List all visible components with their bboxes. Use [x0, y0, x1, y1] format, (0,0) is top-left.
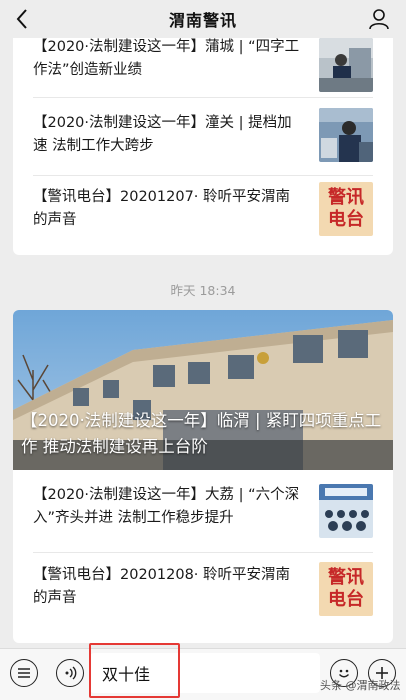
article-thumbnail [319, 108, 373, 162]
article-card-1: 【2020·法制建设这一年】蒲城 | “四字工作法”创造新业绩 【2020·法制… [13, 30, 393, 255]
article-item[interactable]: 【2020·法制建设这一年】大荔 | “六个深入”齐头并进 法制工作稳步提升 [13, 472, 393, 546]
person-icon [369, 9, 389, 30]
article-title: 【2020·法制建设这一年】潼关 | 提档加速 法制工作大跨步 [33, 115, 292, 154]
highlight-box [89, 643, 180, 698]
article-title: 【警讯电台】20201208· 聆听平安渭南的声音 [33, 567, 291, 606]
badge-line: 电台 [328, 589, 364, 610]
menu-list-icon [18, 668, 30, 678]
article-item[interactable]: 【2020·法制建设这一年】潼关 | 提档加速 法制工作大跨步 [13, 100, 393, 172]
badge-line: 电台 [328, 209, 364, 230]
chat-title: 渭南警讯 [168, 11, 237, 30]
article-thumbnail [319, 484, 373, 538]
article-thumbnail [319, 38, 373, 92]
radio-badge-thumbnail: 警讯 电台 [319, 182, 373, 236]
article-title: 【2020·法制建设这一年】大荔 | “六个深入”齐头并进 法制工作稳步提升 [33, 487, 300, 526]
top-bar: 渭南警讯 [0, 0, 406, 38]
article-title: 【警讯电台】20201207· 聆听平安渭南的声音 [33, 189, 291, 228]
voice-button[interactable] [56, 659, 84, 687]
divider [33, 552, 373, 553]
article-item[interactable]: 【警讯电台】20201207· 聆听平安渭南的声音 警讯 电台 [13, 178, 393, 252]
profile-button[interactable] [366, 6, 392, 32]
voice-icon [65, 666, 77, 680]
divider [33, 175, 373, 176]
article-title: 【2020·法制建设这一年】蒲城 | “四字工作法”创造新业绩 [33, 39, 300, 78]
chevron-left-icon [16, 9, 27, 29]
badge-line: 警讯 [328, 567, 364, 588]
radio-badge-thumbnail: 警讯 电台 [319, 562, 373, 616]
article-item[interactable]: 【警讯电台】20201208· 聆听平安渭南的声音 警讯 电台 [13, 556, 393, 638]
message-timestamp: 昨天 18:34 [170, 283, 236, 298]
article-item[interactable]: 【2020·法制建设这一年】蒲城 | “四字工作法”创造新业绩 [13, 30, 393, 94]
hero-article[interactable]: 【2020·法制建设这一年】临渭 | 紧盯四项重点工作 推动法制建设再上台阶 [13, 310, 393, 470]
article-card-2: 【2020·法制建设这一年】临渭 | 紧盯四项重点工作 推动法制建设再上台阶 【… [13, 310, 393, 643]
watermark: 头条 @渭南政法 [320, 679, 401, 692]
hero-caption: 【2020·法制建设这一年】临渭 | 紧盯四项重点工作 推动法制建设再上台阶 [21, 411, 382, 456]
back-button[interactable] [8, 4, 36, 34]
divider [33, 97, 373, 98]
menu-button[interactable] [10, 659, 38, 687]
badge-line: 警讯 [328, 187, 364, 208]
